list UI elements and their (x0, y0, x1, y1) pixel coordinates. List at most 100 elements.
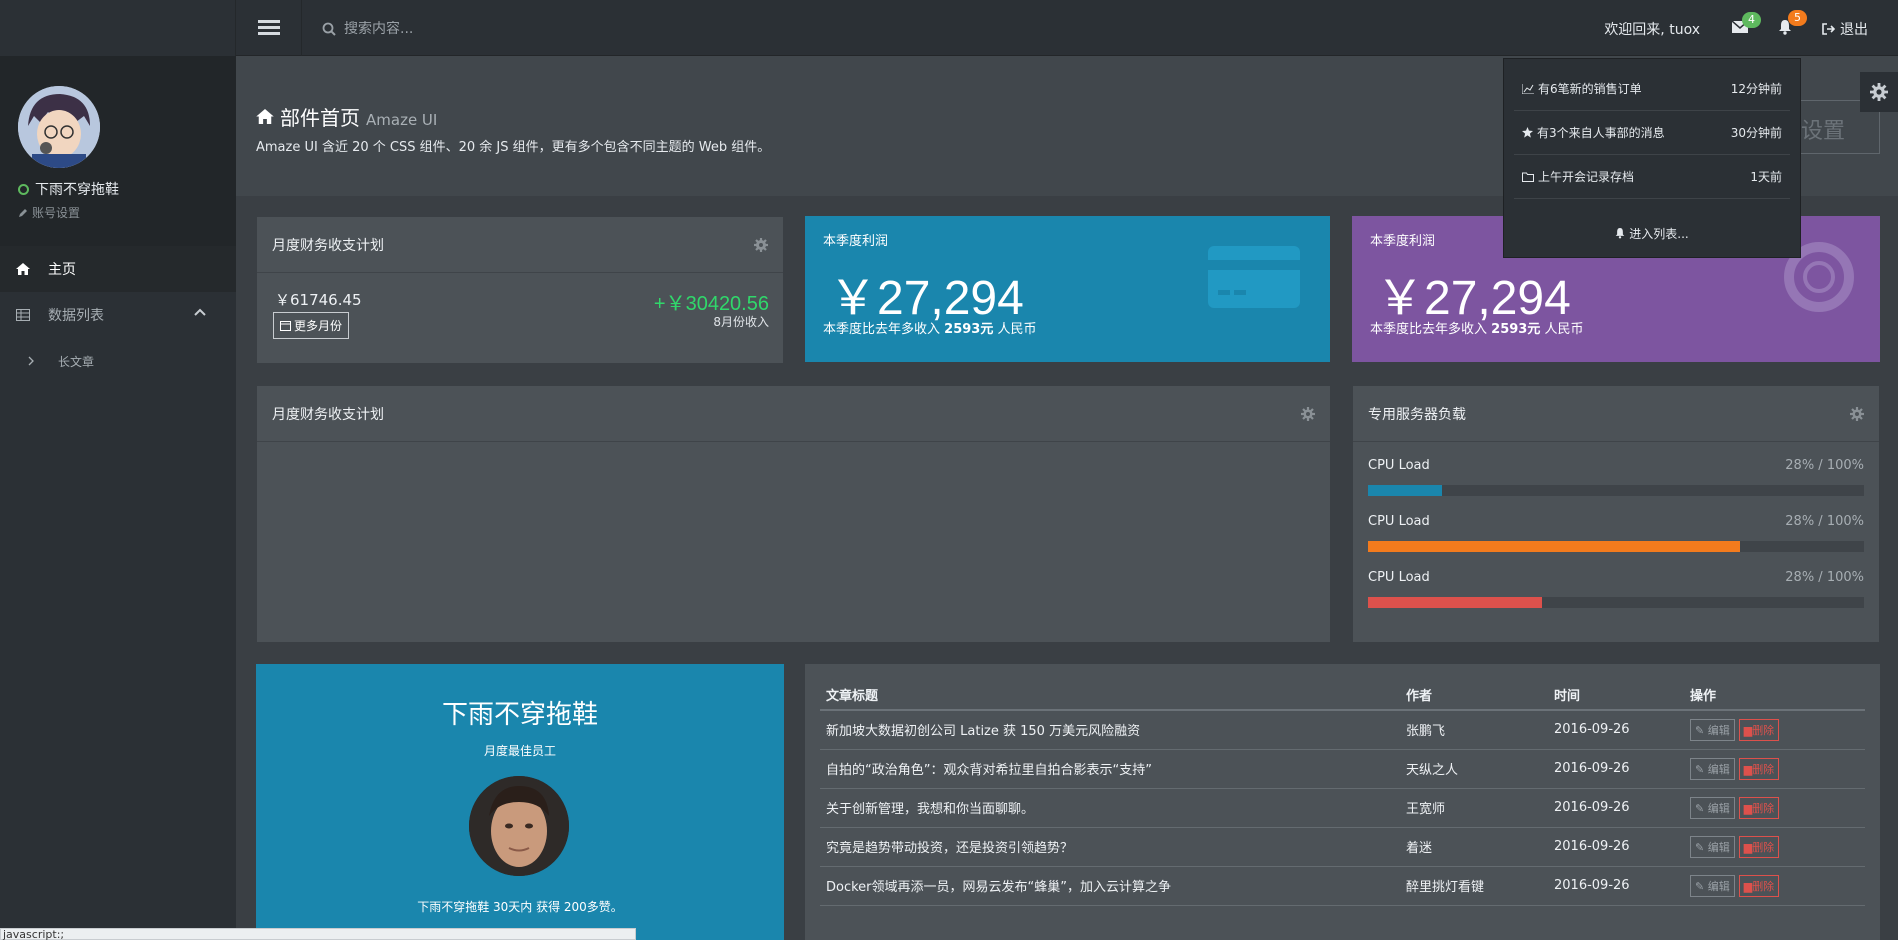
menu-toggle-button[interactable] (236, 0, 302, 56)
profit-card-blue: 本季度利润 ￥27,294 本季度比去年多收入 2593元 人民币 (805, 216, 1330, 362)
article-actions: ✎ 编辑 ▆删除 (1684, 710, 1865, 750)
search-input[interactable] (344, 21, 584, 37)
trash-icon: ▆ (1743, 879, 1753, 893)
delete-button[interactable]: ▆删除 (1738, 757, 1780, 780)
card-subtext: 本季度比去年多收入 2593元 人民币 (1370, 318, 1584, 337)
progress-row: CPU Load 28% / 100% (1368, 570, 1864, 608)
edit-label: 编辑 (1707, 840, 1730, 854)
table-row: Docker领域再添一员，网易云发布“蜂巢”，加入云计算之争 醉里挑灯看键 2016… (820, 866, 1865, 906)
home-icon (256, 109, 274, 124)
home-icon (16, 263, 30, 275)
article-title[interactable]: Docker领域再添一员，网易云发布“蜂巢”，加入云计算之争 (820, 866, 1400, 906)
notification-item[interactable]: 有3个来自人事部的消息 30分钟前 (1514, 111, 1790, 155)
bell-icon (1615, 228, 1625, 239)
article-date: 2016-09-26 (1548, 827, 1684, 867)
employee-of-month-card: 下雨不穿拖鞋 月度最佳员工 下雨不穿拖鞋 30天内 获得 200多赞。 (256, 664, 784, 940)
delete-button[interactable]: ▆删除 (1738, 835, 1780, 858)
notification-item[interactable]: 上午开会记录存档 1天前 (1514, 155, 1790, 199)
articles-table-panel: 文章标题 作者 时间 操作 新加坡大数据初创公司 Latize 获 150 万美… (805, 664, 1880, 940)
delete-label: 删除 (1752, 840, 1775, 854)
chevron-right-icon (28, 356, 34, 366)
finance-panel: 月度财务收支计划 ￥61746.45 更多月份 +￥30420.56 8月份收入 (256, 216, 784, 364)
table-row: 新加坡大数据初创公司 Latize 获 150 万美元风险融资 张鹏飞 2016-0… (820, 710, 1865, 750)
article-title[interactable]: 究竟是趋势带动投资，还是投资引领趋势？ (820, 827, 1400, 867)
chevron-up-icon (194, 308, 206, 316)
account-settings-label: 账号设置 (32, 206, 81, 220)
top-right-area: 欢迎回来, tuox 4 5 退出 (1604, 10, 1898, 40)
article-actions: ✎ 编辑 ▆删除 (1684, 827, 1865, 867)
username: 下雨不穿拖鞋 (18, 179, 119, 199)
calendar-icon (280, 321, 291, 331)
delete-button[interactable]: ▆删除 (1738, 718, 1780, 741)
sign-out-icon (1822, 23, 1835, 35)
pencil-icon (19, 208, 27, 217)
progress-track (1368, 485, 1864, 496)
gear-icon[interactable] (1301, 406, 1315, 421)
notification-time: 12分钟前 (1730, 82, 1782, 96)
user-profile: 下雨不穿拖鞋 账号设置 (0, 56, 236, 246)
edit-label: 编辑 (1707, 723, 1730, 737)
logout-label: 退出 (1840, 22, 1868, 38)
theme-settings-toggle[interactable] (1860, 72, 1898, 112)
finance-income-label: 8月份收入 (713, 315, 769, 329)
pencil-icon: ✎ (1695, 762, 1705, 776)
article-date: 2016-09-26 (1548, 710, 1684, 750)
edit-button[interactable]: ✎ 编辑 (1690, 718, 1735, 741)
logout-button[interactable]: 退出 (1822, 19, 1868, 39)
edit-label: 编辑 (1707, 879, 1730, 893)
card-title: 本季度利润 (1370, 234, 1436, 249)
table-row: 关于创新管理，我想和你当面聊聊。 王宽师 2016-09-26 ✎ 编辑 ▆删除 (820, 788, 1865, 828)
article-title[interactable]: 新加坡大数据初创公司 Latize 获 150 万美元风险融资 (820, 710, 1400, 750)
delete-label: 删除 (1752, 801, 1775, 815)
article-title[interactable]: 关于创新管理，我想和你当面聊聊。 (820, 788, 1400, 828)
mail-button[interactable]: 4 (1731, 12, 1761, 37)
sidebar-item-home[interactable]: 主页 (0, 246, 236, 292)
delete-label: 删除 (1752, 723, 1775, 737)
card-sub-value: 2593元 (1491, 322, 1541, 337)
settings-button-label: 设置 (1801, 119, 1846, 144)
column-header: 时间 (1548, 680, 1684, 711)
sidebar-item-data-list[interactable]: 数据列表 (0, 292, 236, 338)
page-description: Amaze UI 含近 20 个 CSS 组件、20 余 JS 组件，更有多个包… (256, 140, 771, 155)
trash-icon: ▆ (1743, 723, 1753, 737)
delete-button[interactable]: ▆删除 (1738, 796, 1780, 819)
article-actions: ✎ 编辑 ▆删除 (1684, 749, 1865, 789)
article-title[interactable]: 自拍的“政治角色”：观众背对希拉里自拍合影表示“支持” (820, 749, 1400, 789)
employee-name: 下雨不穿拖鞋 (441, 700, 598, 730)
article-author: 天纵之人 (1400, 749, 1548, 789)
more-months-button[interactable]: 更多月份 (273, 312, 350, 339)
card-sub-prefix: 本季度比去年多收入 (1370, 322, 1488, 337)
sidebar-item-label: 数据列表 (48, 308, 104, 324)
panel-title: 专用服务器负载 (1368, 406, 1466, 423)
employee-role: 月度最佳员工 (483, 744, 556, 758)
article-actions: ✎ 编辑 ▆删除 (1684, 866, 1865, 906)
notification-text: 有6笔新的销售订单 (1538, 82, 1642, 96)
edit-button[interactable]: ✎ 编辑 (1690, 874, 1735, 897)
progress-label: CPU Load (1368, 570, 1430, 585)
column-header: 操作 (1684, 680, 1865, 711)
progress-track (1368, 597, 1864, 608)
article-date: 2016-09-26 (1548, 749, 1684, 789)
progress-value: 28% / 100% (1785, 570, 1864, 585)
card-subtext: 本季度比去年多收入 2593元 人民币 (823, 318, 1037, 337)
edit-button[interactable]: ✎ 编辑 (1690, 835, 1735, 858)
article-author: 王宽师 (1400, 788, 1548, 828)
delete-button[interactable]: ▆删除 (1738, 874, 1780, 897)
progress-value: 28% / 100% (1785, 458, 1864, 473)
notification-button[interactable]: 5 (1778, 10, 1807, 39)
avatar (18, 86, 100, 168)
pencil-icon: ✎ (1695, 801, 1705, 815)
finance-amount: ￥61746.45 (275, 291, 362, 309)
progress-fill (1368, 597, 1542, 608)
notification-item[interactable]: 有6笔新的销售订单 12分钟前 (1514, 67, 1790, 111)
table-icon (16, 309, 30, 321)
progress-track (1368, 541, 1864, 552)
edit-button[interactable]: ✎ 编辑 (1690, 796, 1735, 819)
gear-icon[interactable] (754, 237, 768, 252)
sidebar-item-long-article[interactable]: 长文章 (0, 338, 236, 384)
view-all-notifications-link[interactable]: 进入列表... (1504, 215, 1800, 251)
edit-button[interactable]: ✎ 编辑 (1690, 757, 1735, 780)
card-sub-value: 2593元 (944, 322, 994, 337)
account-settings-link[interactable]: 账号设置 (18, 204, 80, 221)
gear-icon[interactable] (1850, 406, 1864, 421)
